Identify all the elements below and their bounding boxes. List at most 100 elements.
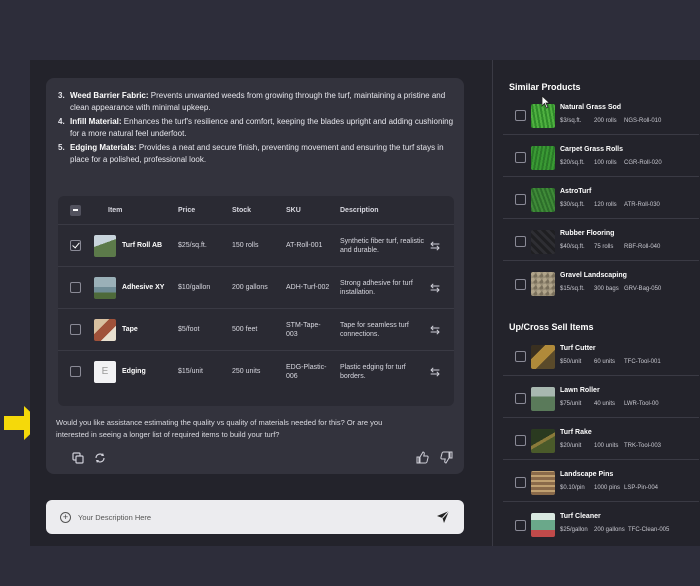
- app-window: 3. Weed Barrier Fabric: Prevents unwanted…: [30, 60, 700, 546]
- mouse-cursor-icon: [541, 95, 551, 109]
- product-checkbox[interactable]: [515, 110, 526, 121]
- product-meta: $15/sq.ft. 300 bags GRV-Bag-050: [560, 286, 662, 292]
- turf-roll-thumbnail: [94, 234, 116, 257]
- row-checkbox[interactable]: [70, 240, 81, 251]
- similar-products-title: Similar Products: [509, 82, 581, 92]
- header-sku: SKU: [286, 206, 301, 214]
- tape-thumbnail: [94, 318, 116, 341]
- regenerate-icon[interactable]: [94, 452, 106, 464]
- gravel-thumbnail: [531, 272, 555, 296]
- row-checkbox[interactable]: [70, 324, 81, 335]
- item-description: Plastic edging for turf borders.: [340, 363, 406, 380]
- product-name: AstroTurf: [560, 188, 592, 195]
- swap-icon[interactable]: ⇆: [430, 239, 440, 253]
- add-icon[interactable]: +: [60, 511, 71, 523]
- edging-thumbnail: E: [94, 360, 116, 383]
- product-checkbox[interactable]: [515, 194, 526, 205]
- item-price: $25/sq.ft.: [178, 242, 207, 249]
- product-meta: $50/unit 60 units TFC-Tool-001: [560, 359, 661, 365]
- header-price: Price: [178, 206, 196, 214]
- product-checkbox[interactable]: [515, 152, 526, 163]
- item-description: Tape for seamless turf connections.: [340, 321, 409, 338]
- rubber-flooring-thumbnail: [531, 229, 555, 254]
- table-row: Tape $5/foot 500 feet STM-Tape-003 Tape …: [58, 308, 454, 350]
- list-item[interactable]: Carpet Grass Rolls $20/sq.ft. 100 rolls CG…: [503, 139, 699, 177]
- item-name: Edging: [122, 368, 146, 375]
- product-checkbox[interactable]: [515, 351, 526, 362]
- product-name: Lawn Roller: [560, 387, 600, 394]
- item-name: Tape: [122, 326, 138, 333]
- item-price: $10/gallon: [178, 284, 211, 291]
- product-meta: $20/sq.ft. 100 rolls CGR-Roll-020: [560, 160, 662, 166]
- row-checkbox[interactable]: [70, 282, 81, 293]
- turf-cutter-thumbnail: [531, 344, 555, 369]
- item-sku: EDG-Plastic-006: [286, 363, 327, 380]
- item-sku: ADH-Turf-002: [286, 284, 330, 291]
- step-item: 4. Infill Material: Enhances the turf's r…: [58, 117, 454, 138]
- product-name: Rubber Flooring: [560, 230, 615, 237]
- product-checkbox[interactable]: [515, 435, 526, 446]
- list-item[interactable]: Natural Grass Sod $3/sq.ft. 200 rolls NGS-…: [503, 97, 699, 135]
- recommendations-sidebar: Similar Products Natural Grass Sod $3/sq…: [492, 60, 700, 546]
- landscape-pins-thumbnail: [531, 470, 555, 495]
- swap-icon[interactable]: ⇆: [430, 281, 440, 295]
- product-meta: $25/gallon 200 gallons TFC-Clean-005: [560, 527, 670, 533]
- list-item[interactable]: Turf Cleaner $25/gallon 200 gallons TFC-Cl…: [503, 506, 699, 544]
- header-item: Item: [108, 206, 123, 214]
- list-item[interactable]: Gravel Landscaping $15/sq.ft. 300 bags GRV…: [503, 265, 699, 303]
- item-name: Adhesive XY: [122, 284, 165, 291]
- product-table: Item Price Stock SKU Description Turf Ro…: [58, 196, 454, 406]
- thumbs-down-icon[interactable]: [440, 451, 453, 464]
- product-name: Turf Rake: [560, 429, 592, 436]
- product-meta: $75/unit 40 units LWR-Tool-00: [560, 401, 659, 407]
- item-description: Strong adhesive for turf installation.: [340, 279, 413, 296]
- step-item: 3. Weed Barrier Fabric: Prevents unwanted…: [58, 91, 446, 112]
- table-row: Turf Roll AB $25/sq.ft. 150 rolls AT-Rol…: [58, 224, 454, 266]
- product-name: Turf Cutter: [560, 345, 596, 352]
- item-price: $15/unit: [178, 368, 203, 375]
- item-sku: STM-Tape-003: [286, 321, 321, 338]
- item-price: $5/foot: [178, 326, 200, 333]
- row-checkbox[interactable]: [70, 366, 81, 377]
- select-all-checkbox[interactable]: [70, 204, 81, 216]
- list-item[interactable]: Turf Cutter $50/unit 60 units TFC-Tool-001: [503, 338, 699, 376]
- product-meta: $3/sq.ft. 200 rolls NGS-Roll-010: [560, 118, 662, 124]
- product-checkbox[interactable]: [515, 477, 526, 488]
- step-item: 5. Edging Materials: Provides a neat and …: [58, 143, 444, 164]
- description-input[interactable]: [78, 510, 408, 524]
- chat-message-panel: 3. Weed Barrier Fabric: Prevents unwanted…: [46, 78, 464, 474]
- swap-icon[interactable]: ⇆: [430, 365, 440, 379]
- message-input-bar: +: [46, 500, 464, 534]
- product-meta: $40/sq.ft. 75 rolls RBF-Roll-040: [560, 244, 661, 250]
- item-stock: 200 gallons: [232, 284, 268, 291]
- carpet-grass-thumbnail: [531, 145, 555, 170]
- followup-question: Would you like assistance estimating the…: [56, 418, 383, 439]
- turf-cleaner-thumbnail: [531, 513, 555, 537]
- product-checkbox[interactable]: [515, 236, 526, 247]
- list-item[interactable]: Landscape Pins $0.10/pin 1000 pins LSP-Pin…: [503, 464, 699, 502]
- list-item[interactable]: Turf Rake $20/unit 100 units TRK-Tool-003: [503, 422, 699, 460]
- product-name: Turf Cleaner: [560, 513, 601, 520]
- item-sku: AT-Roll-001: [286, 242, 323, 249]
- list-item[interactable]: AstroTurf $30/sq.ft. 120 rolls ATR-Roll-03…: [503, 181, 699, 219]
- list-item[interactable]: Rubber Flooring $40/sq.ft. 75 rolls RBF-Ro…: [503, 223, 699, 261]
- thumbs-up-icon[interactable]: [416, 451, 429, 464]
- list-item[interactable]: Lawn Roller $75/unit 40 units LWR-Tool-00: [503, 380, 699, 418]
- product-name: Gravel Landscaping: [560, 272, 627, 279]
- copy-icon[interactable]: [72, 452, 84, 464]
- item-name: Turf Roll AB: [122, 242, 163, 249]
- table-row: Adhesive XY $10/gallon 200 gallons ADH-T…: [58, 266, 454, 308]
- table-header: Item Price Stock SKU Description: [58, 196, 454, 224]
- product-checkbox[interactable]: [515, 278, 526, 290]
- send-icon[interactable]: [436, 510, 450, 524]
- product-checkbox[interactable]: [515, 393, 526, 404]
- astroturf-thumbnail: [531, 187, 555, 212]
- swap-icon[interactable]: ⇆: [430, 323, 440, 337]
- item-stock: 250 units: [232, 368, 261, 375]
- upsell-title: Up/Cross Sell Items: [509, 322, 594, 332]
- turf-rake-thumbnail: [531, 428, 555, 453]
- item-description: Synthetic fiber turf, realistic and dura…: [340, 237, 425, 254]
- product-meta: $0.10/pin 1000 pins LSP-Pin-004: [560, 485, 659, 491]
- product-name: Landscape Pins: [560, 471, 614, 478]
- product-checkbox[interactable]: [515, 519, 526, 531]
